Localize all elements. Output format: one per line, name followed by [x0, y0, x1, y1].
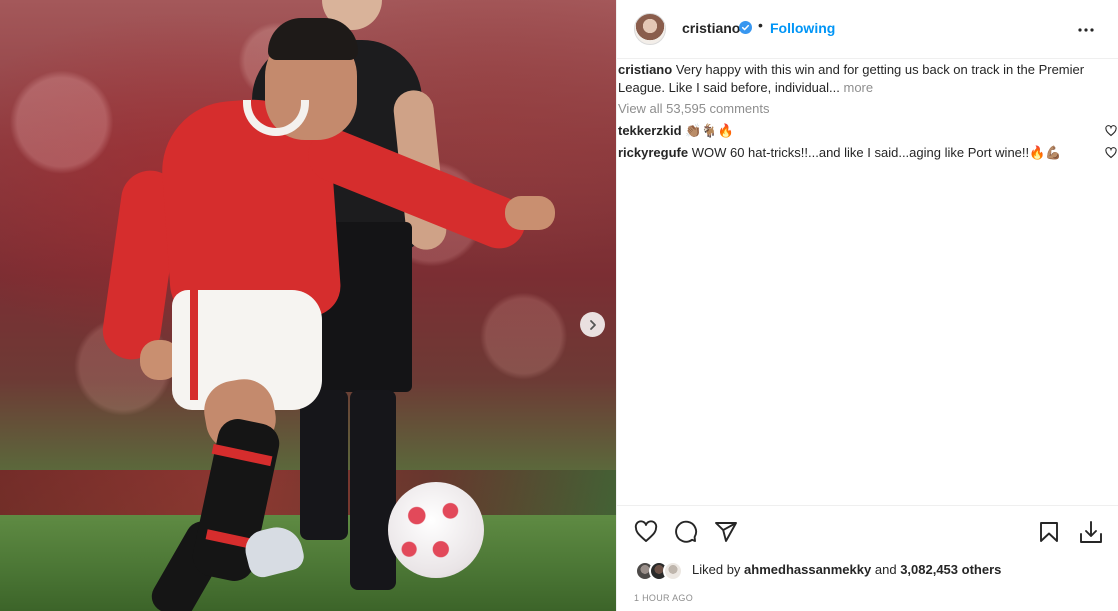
caption-username[interactable]: cristiano	[618, 62, 672, 77]
post-header: cristiano • Following	[617, 0, 1118, 59]
carousel-next-button[interactable]	[580, 312, 605, 337]
comment-like-icon[interactable]	[1105, 147, 1117, 159]
download-icon[interactable]	[1077, 518, 1105, 546]
more-options-icon[interactable]	[1074, 18, 1098, 42]
comment-text: 👏🏽🐐🔥	[685, 123, 734, 138]
avatar[interactable]	[634, 13, 666, 45]
comment-username[interactable]: rickyregufe	[618, 145, 688, 160]
comment-username[interactable]: tekkerzkid	[618, 123, 682, 138]
verified-badge-icon	[739, 21, 752, 34]
football	[388, 482, 484, 578]
comment-item: tekkerzkid 👏🏽🐐🔥	[618, 123, 734, 139]
post-side-panel: cristiano • Following cristiano Very hap…	[616, 0, 1118, 611]
liked-by-username[interactable]: ahmedhassanmekky	[744, 562, 871, 577]
actions-divider	[617, 505, 1118, 506]
caption-more-link[interactable]: more	[844, 80, 874, 95]
view-all-comments-link[interactable]: View all 53,595 comments	[618, 101, 770, 116]
comment-item: rickyregufe WOW 60 hat-tricks!!...and li…	[618, 145, 1062, 161]
likes-prefix: Liked by	[692, 562, 741, 577]
following-button[interactable]: Following	[770, 20, 835, 36]
liker-avatars[interactable]	[635, 561, 685, 581]
post-caption: cristiano Very happy with this win and f…	[618, 61, 1088, 97]
share-icon[interactable]	[714, 520, 738, 544]
header-separator: •	[758, 17, 763, 33]
header-username[interactable]: cristiano	[682, 20, 740, 36]
likes-summary: Liked by ahmedhassanmekky and 3,082,453 …	[692, 562, 1001, 577]
post-timestamp[interactable]: 1 HOUR AGO	[634, 593, 693, 603]
avatar	[663, 561, 683, 581]
post-photo[interactable]	[0, 0, 616, 611]
comment-icon[interactable]	[674, 520, 698, 544]
comment-text: WOW 60 hat-tricks!!...and like I said...…	[691, 145, 1062, 160]
likes-others-link[interactable]: 3,082,453 others	[900, 562, 1001, 577]
heart-icon[interactable]	[634, 520, 658, 544]
likes-and: and	[874, 562, 897, 577]
bookmark-icon[interactable]	[1037, 520, 1061, 544]
chevron-right-icon	[589, 319, 596, 330]
comment-like-icon[interactable]	[1105, 125, 1117, 137]
